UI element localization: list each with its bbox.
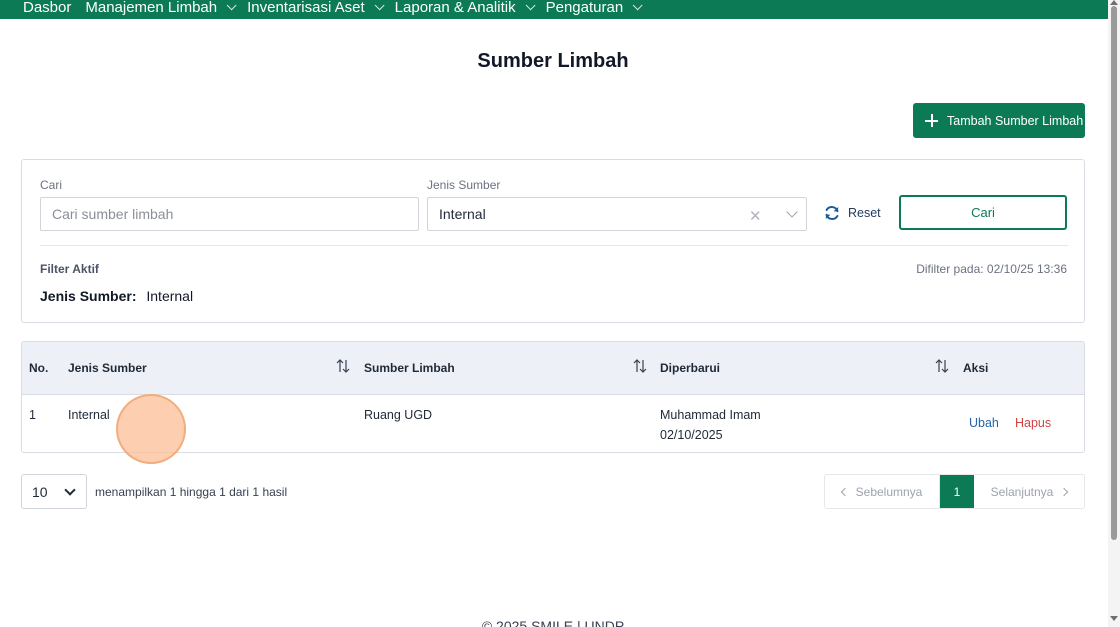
edit-link[interactable]: Ubah	[969, 416, 999, 430]
chevron-down-icon	[374, 0, 385, 11]
scroll-up-arrow-icon[interactable]	[1110, 0, 1118, 5]
chevron-right-icon	[1060, 487, 1069, 496]
cell-no: 1	[29, 408, 36, 422]
reset-button[interactable]: Reset	[823, 202, 881, 224]
nav-item-label: Laporan & Analitik	[394, 0, 516, 16]
pagination: Sebelumnya 1 Selanjutnya	[824, 474, 1085, 509]
source-type-label: Jenis Sumber	[427, 178, 501, 192]
sort-icon[interactable]	[633, 358, 647, 374]
sort-icon[interactable]	[336, 358, 350, 374]
current-page-button[interactable]: 1	[940, 475, 974, 508]
divider	[40, 245, 1068, 246]
scrollbar-thumb[interactable]	[1111, 6, 1117, 540]
footer-copyright: © 2025 SMILE | UNDP	[481, 618, 625, 627]
nav-item-label: Dasbor	[23, 0, 72, 16]
page-size-value: 10	[32, 483, 48, 500]
active-filter-value: Internal	[146, 288, 194, 304]
cell-sumber-limbah: Ruang UGD	[364, 408, 433, 422]
search-field-label: Cari	[40, 178, 63, 192]
column-header-diperbarui[interactable]: Diperbarui	[660, 361, 720, 375]
nav-item-laporan-analitik[interactable]: Laporan & Analitik	[394, 0, 536, 16]
touch-indicator	[116, 394, 186, 464]
plus-icon	[925, 114, 938, 127]
nav-item-label: Pengaturan	[545, 0, 624, 16]
nav-item-manajemen-limbah[interactable]: Manajemen Limbah	[85, 0, 237, 16]
cell-jenis-sumber: Internal	[68, 408, 110, 422]
previous-page-label: Sebelumnya	[855, 484, 923, 499]
chevron-down-icon	[226, 0, 237, 11]
filter-panel: Cari Cari sumber limbah Jenis Sumber Int…	[21, 159, 1085, 323]
column-header-no: No.	[29, 361, 49, 375]
active-filter-key: Jenis Sumber:	[40, 288, 137, 304]
delete-link[interactable]: Hapus	[1015, 416, 1051, 430]
column-header-aksi: Aksi	[963, 361, 989, 375]
chevron-down-icon	[64, 484, 76, 496]
clear-icon[interactable]: ✕	[749, 207, 762, 225]
page-size-select[interactable]: 10	[21, 474, 87, 509]
column-header-sumber-limbah[interactable]: Sumber Limbah	[364, 361, 455, 375]
cell-updated-by: Muhammad Imam	[660, 408, 761, 422]
refresh-icon	[825, 206, 839, 220]
page-scrollbar[interactable]	[1108, 0, 1120, 627]
filtered-at-timestamp: Difilter pada: 02/10/25 13:36	[916, 262, 1067, 276]
nav-item-inventarisasi-aset[interactable]: Inventarisasi Aset	[247, 0, 385, 16]
chevron-down-icon[interactable]	[786, 206, 798, 218]
nav-item-label: Manajemen Limbah	[85, 0, 218, 16]
nav-item-label: Inventarisasi Aset	[247, 0, 365, 16]
add-waste-source-button[interactable]: Tambah Sumber Limbah	[913, 103, 1085, 138]
search-input[interactable]: Cari sumber limbah	[40, 197, 419, 231]
active-filter-label: Filter Aktif	[40, 262, 99, 276]
cell-updated-date: 02/10/2025	[660, 428, 723, 442]
sort-icon[interactable]	[935, 358, 949, 374]
page-title: Sumber Limbah	[477, 50, 629, 72]
table-header: No. Jenis Sumber Sumber Limbah Diperbaru…	[22, 342, 1084, 395]
source-type-select[interactable]: Internal ✕	[427, 197, 807, 231]
search-input-placeholder: Cari sumber limbah	[52, 206, 174, 222]
chevron-down-icon	[632, 0, 643, 11]
column-header-jenis-sumber[interactable]: Jenis Sumber	[68, 361, 147, 375]
nav-item-pengaturan[interactable]: Pengaturan	[545, 0, 643, 16]
chevron-down-icon	[525, 0, 536, 11]
reset-label: Reset	[848, 206, 881, 220]
add-button-label: Tambah Sumber Limbah	[947, 113, 1084, 128]
scroll-down-arrow-icon[interactable]	[1110, 616, 1118, 621]
result-count-text: menampilkan 1 hingga 1 dari 1 hasil	[95, 485, 288, 499]
next-page-label: Selanjutnya	[990, 484, 1054, 499]
active-filter-chip: Jenis Sumber: Internal	[40, 288, 193, 304]
chevron-left-icon	[840, 487, 849, 496]
nav-item-dasbor[interactable]: Dasbor	[23, 0, 71, 15]
previous-page-button[interactable]: Sebelumnya	[825, 475, 940, 508]
next-page-button[interactable]: Selanjutnya	[974, 475, 1084, 508]
source-type-selected-value: Internal	[439, 206, 486, 222]
search-button[interactable]: Cari	[899, 195, 1067, 230]
top-navigation-bar: Dasbor Manajemen Limbah Inventarisasi As…	[0, 0, 1108, 19]
